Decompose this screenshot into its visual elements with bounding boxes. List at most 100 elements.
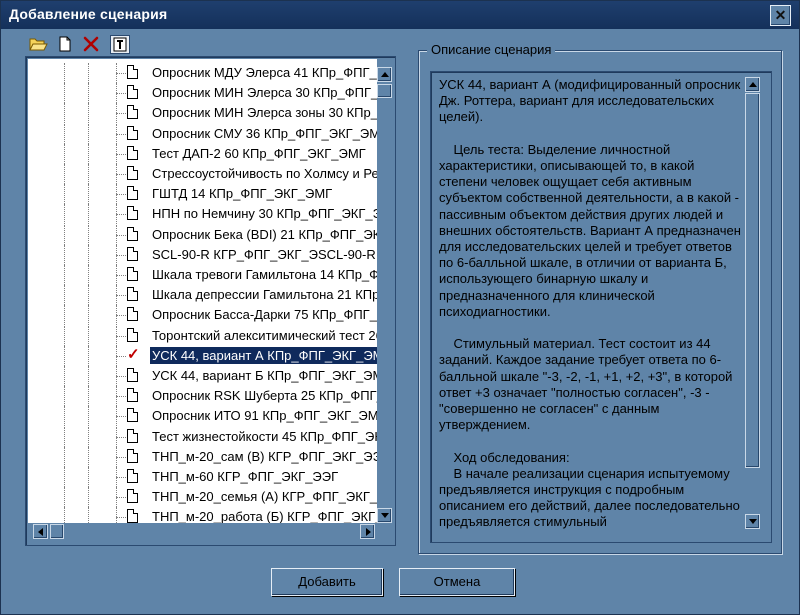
tree-branch-line bbox=[116, 416, 126, 418]
tree-branch-line bbox=[116, 477, 126, 478]
tree-guide-line bbox=[88, 386, 89, 407]
tree-guide-line bbox=[64, 83, 65, 104]
tree-item[interactable]: Тест ДАП-2 60 КПр_ФПГ_ЭКГ_ЭМГ bbox=[28, 143, 377, 164]
arrow-down-icon bbox=[749, 519, 757, 524]
description-vertical-scrollbar[interactable] bbox=[744, 74, 761, 540]
tree-branch-line bbox=[116, 436, 126, 438]
tree-item-label: Шкала депрессии Гамильтона 21 КПр_ bbox=[152, 287, 377, 303]
tree-item[interactable]: ✓ УСК 44, вариант А КПр_ФПГ_ЭКГ_ЭМГ bbox=[28, 345, 377, 366]
tree-branch-line bbox=[116, 396, 126, 398]
tree-guide-line bbox=[64, 507, 65, 523]
cancel-button[interactable]: Отмена bbox=[399, 568, 515, 596]
tree-item[interactable]: Опросник МИН Элерса 30 КПр_ФПГ_ЭКГ bbox=[28, 83, 377, 104]
tree-branch-line bbox=[116, 214, 126, 216]
description-scroll-thumb[interactable] bbox=[745, 93, 760, 468]
tree-item[interactable]: Опросник ИТО 91 КПр_ФПГ_ЭКГ_ЭМГ bbox=[28, 406, 377, 427]
tree-item-label: Торонтский алекситимический тест 26 bbox=[152, 327, 377, 343]
tree-guide-line bbox=[64, 446, 65, 467]
document-icon bbox=[127, 186, 138, 201]
tree-item[interactable]: НПН по Немчину 30 КПр_ФПГ_ЭКГ_ЭМГ bbox=[28, 204, 377, 225]
document-icon bbox=[127, 246, 138, 261]
properties-button[interactable] bbox=[110, 35, 130, 54]
tree-guide-line bbox=[64, 164, 65, 184]
tree-item-label: Опросник RSK Шуберта 25 КПр_ФПГ_Э bbox=[152, 388, 377, 404]
tree-guide-line bbox=[88, 345, 89, 366]
tree-scroll-right-button[interactable] bbox=[360, 524, 375, 539]
tree-item[interactable]: УСК 44, вариант Б КПр_ФПГ_ЭКГ_ЭМГ bbox=[28, 366, 377, 386]
tree-guide-line bbox=[64, 386, 65, 407]
tree-item[interactable]: ТНП_м-20_семья (А) КГР_ФПГ_ЭКГ_ЭЭ bbox=[28, 487, 377, 508]
tree-scroll-left-button[interactable] bbox=[33, 524, 48, 539]
tree-item[interactable]: Стрессоустойчивость по Холмсу и Рею bbox=[28, 164, 377, 184]
document-icon bbox=[127, 327, 138, 342]
tree-guide-line bbox=[88, 507, 89, 523]
tree-branch-line bbox=[116, 295, 126, 297]
tree-item[interactable]: SCL-90-R КГР_ФПГ_ЭКГ_ЭSCL-90-R КПр bbox=[28, 244, 377, 265]
tree-guide-line bbox=[64, 487, 65, 508]
tree-item[interactable]: ТНП_м-60 КГР_ФПГ_ЭКГ_ЭЭГ bbox=[28, 467, 377, 487]
open-folder-icon bbox=[29, 38, 48, 51]
tree-item[interactable]: Опросник СМУ 36 КПр_ФПГ_ЭКГ_ЭМГ bbox=[28, 123, 377, 144]
scenario-tree[interactable]: Опросник МДУ Элерса 41 КПр_ФПГ_ЭКГ_ Опрос… bbox=[28, 59, 377, 523]
tree-horizontal-scrollbar[interactable] bbox=[28, 523, 377, 540]
tree-item[interactable]: Шкала депрессии Гамильтона 21 КПр_ bbox=[28, 285, 377, 306]
add-button[interactable]: Добавить bbox=[271, 568, 383, 596]
tree-item-label: Опросник МИН Элерса зоны 30 КПр_ФПГ_ bbox=[152, 105, 377, 121]
open-folder-button[interactable] bbox=[28, 35, 48, 54]
tree-guide-line bbox=[88, 426, 89, 447]
delete-button[interactable] bbox=[81, 35, 101, 54]
tree-guide-line bbox=[88, 184, 89, 205]
tree-item[interactable]: ГШТД 14 КПр_ФПГ_ЭКГ_ЭМГ bbox=[28, 184, 377, 205]
tree-item[interactable]: Торонтский алекситимический тест 26 bbox=[28, 325, 377, 346]
new-button[interactable] bbox=[55, 35, 75, 54]
tree-guide-line bbox=[88, 143, 89, 164]
tree-branch-line bbox=[116, 73, 126, 74]
tree-item[interactable]: ТНП_м-20_сам (В) КГР_ФПГ_ЭКГ_ЭЭГ bbox=[28, 446, 377, 467]
tree-branch-line bbox=[116, 497, 126, 499]
tree-branch-line bbox=[116, 93, 126, 95]
tree-item[interactable]: ТНП_м-20_работа (Б) КГР_ФПГ_ЭКГ_ЭЭ bbox=[28, 507, 377, 523]
document-icon bbox=[127, 105, 138, 120]
tree-vertical-scrollbar[interactable] bbox=[377, 59, 393, 523]
tree-guide-line bbox=[88, 366, 89, 386]
arrow-up-icon bbox=[381, 72, 389, 77]
tree-scroll-thumb[interactable] bbox=[377, 84, 392, 98]
document-icon bbox=[127, 489, 138, 504]
tree-item[interactable]: Опросник Басса-Дарки 75 КПр_ФПГ_ЭКГ bbox=[28, 305, 377, 326]
tree-item[interactable]: Опросник МИН Элерса зоны 30 КПр_ФПГ_ bbox=[28, 103, 377, 124]
tree-hscroll-thumb[interactable] bbox=[50, 524, 64, 539]
tree-item[interactable]: Опросник МДУ Элерса 41 КПр_ФПГ_ЭКГ_ bbox=[28, 63, 377, 83]
tree-item-label: НПН по Немчину 30 КПр_ФПГ_ЭКГ_ЭМГ bbox=[152, 206, 377, 222]
description-scroll-down-button[interactable] bbox=[745, 514, 760, 529]
window-title: Добавление сценария bbox=[9, 6, 168, 22]
tree-guide-line bbox=[88, 325, 89, 346]
properties-icon bbox=[113, 37, 127, 52]
tree-branch-line bbox=[116, 254, 126, 256]
document-icon bbox=[127, 448, 138, 463]
tree-branch-line bbox=[116, 456, 126, 458]
tree-guide-line bbox=[64, 467, 65, 487]
tree-guide-line bbox=[88, 103, 89, 124]
tree-item[interactable]: Тест жизнестойкости 45 КПр_ФПГ_ЭКГ bbox=[28, 426, 377, 447]
tree-item[interactable]: Шкала тревоги Гамильтона 14 КПр_ФПГ bbox=[28, 265, 377, 285]
tree-item-label: Стрессоустойчивость по Холмсу и Рею bbox=[152, 166, 377, 181]
document-icon bbox=[127, 166, 138, 180]
document-icon bbox=[127, 145, 138, 160]
tree-scroll-up-button[interactable] bbox=[377, 67, 392, 82]
tree-guide-line bbox=[64, 285, 65, 306]
tree-item-label: Опросник Басса-Дарки 75 КПр_ФПГ_ЭКГ bbox=[152, 307, 377, 323]
tree-branch-line bbox=[116, 517, 126, 519]
title-bar: Добавление сценария ✕ bbox=[1, 1, 799, 29]
description-scroll-up-button[interactable] bbox=[745, 77, 760, 92]
tree-guide-line bbox=[88, 204, 89, 225]
tree-branch-line bbox=[116, 275, 126, 276]
tree-item[interactable]: Опросник Бека (BDI) 21 КПр_ФПГ_ЭКГ_ bbox=[28, 224, 377, 245]
tree-item[interactable]: Опросник RSK Шуберта 25 КПр_ФПГ_Э bbox=[28, 386, 377, 407]
tree-scroll-down-button[interactable] bbox=[377, 508, 392, 523]
arrow-down-icon bbox=[381, 513, 389, 518]
tree-guide-line bbox=[88, 123, 89, 144]
tree-guide-line bbox=[64, 426, 65, 447]
tree-guide-line bbox=[88, 265, 89, 285]
tree-guide-line bbox=[64, 224, 65, 245]
close-button[interactable]: ✕ bbox=[770, 5, 791, 26]
